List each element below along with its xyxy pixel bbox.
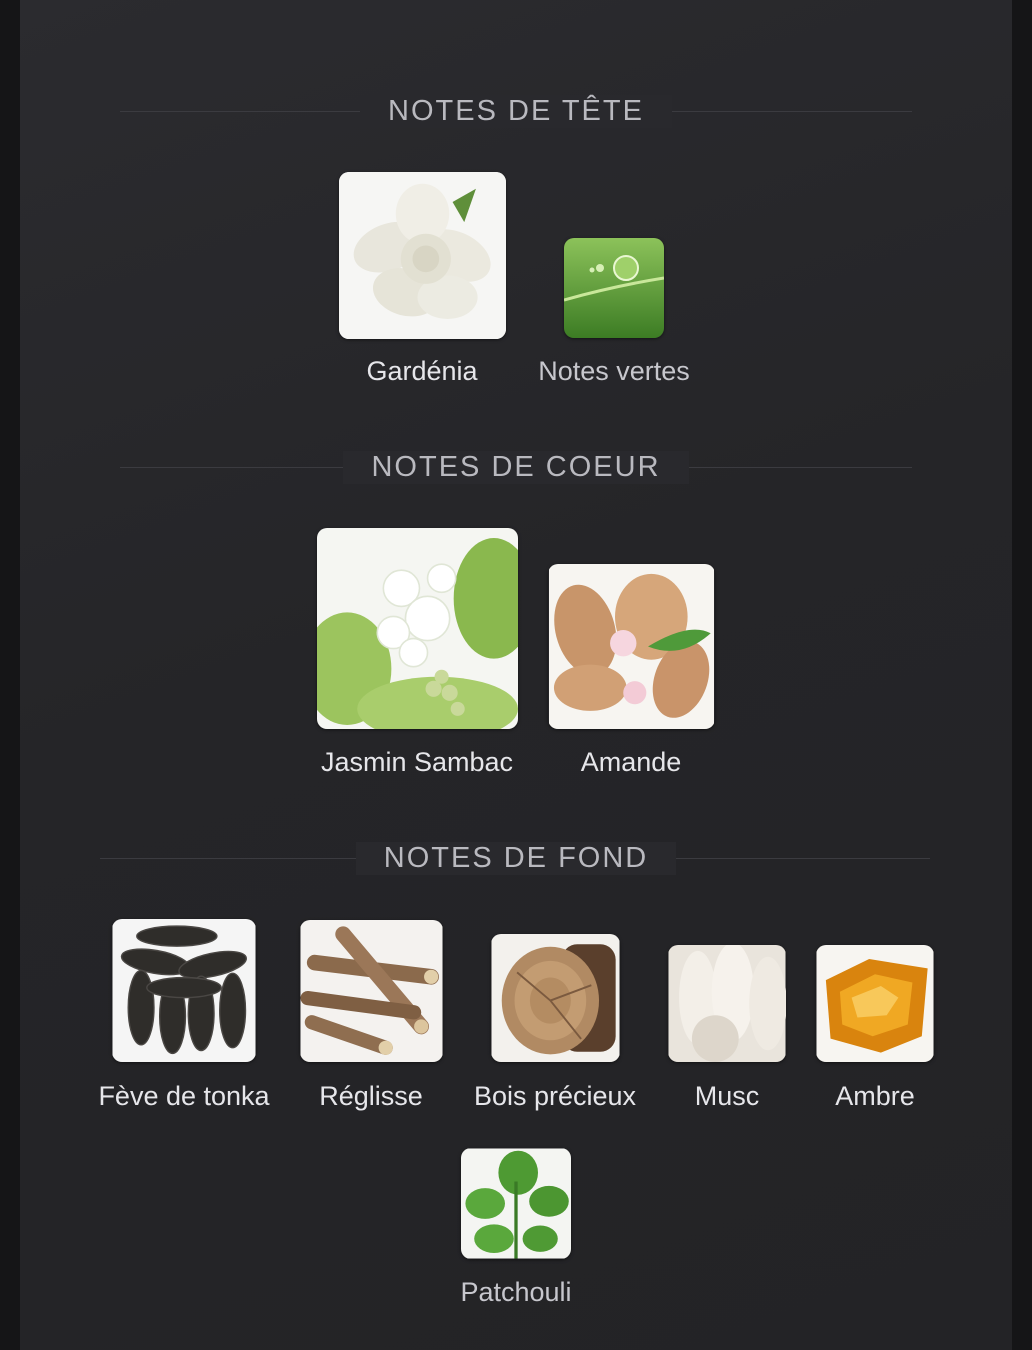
jasmine-image (317, 528, 518, 729)
note-label: Jasmin Sambac (320, 747, 514, 777)
patchouli-image (461, 1148, 571, 1259)
section-heading-top: NOTES DE TÊTE (0, 91, 1032, 131)
note-label: Notes vertes (538, 356, 690, 386)
note-label: Patchouli (460, 1277, 572, 1307)
gardenia-image (339, 172, 506, 339)
note-label: Bois précieux (473, 1081, 637, 1111)
almond-image (548, 564, 715, 729)
divider-line (120, 111, 368, 112)
note-label: Ambre (835, 1081, 915, 1111)
section-heading-base: NOTES DE FOND (0, 838, 1032, 878)
note-label: Réglisse (319, 1081, 423, 1111)
section-title: NOTES DE FOND (355, 841, 677, 875)
amber-image (816, 945, 934, 1062)
divider-line (100, 858, 362, 859)
tonka-bean-image (112, 919, 256, 1062)
section-heading-heart: NOTES DE COEUR (0, 447, 1032, 487)
note-label: Amande (580, 747, 682, 777)
divider-line (664, 111, 912, 112)
precious-wood-image (491, 934, 620, 1062)
musk-image (668, 945, 786, 1062)
note-label: Gardénia (366, 356, 478, 386)
divider-line (668, 858, 930, 859)
green-notes-image (564, 238, 664, 338)
note-label: Fève de tonka (98, 1081, 270, 1111)
section-title: NOTES DE TÊTE (360, 94, 672, 128)
divider-line (120, 467, 354, 468)
divider-line (678, 467, 912, 468)
section-title: NOTES DE COEUR (343, 450, 689, 484)
note-label: Musc (694, 1081, 760, 1111)
licorice-image (300, 920, 443, 1062)
